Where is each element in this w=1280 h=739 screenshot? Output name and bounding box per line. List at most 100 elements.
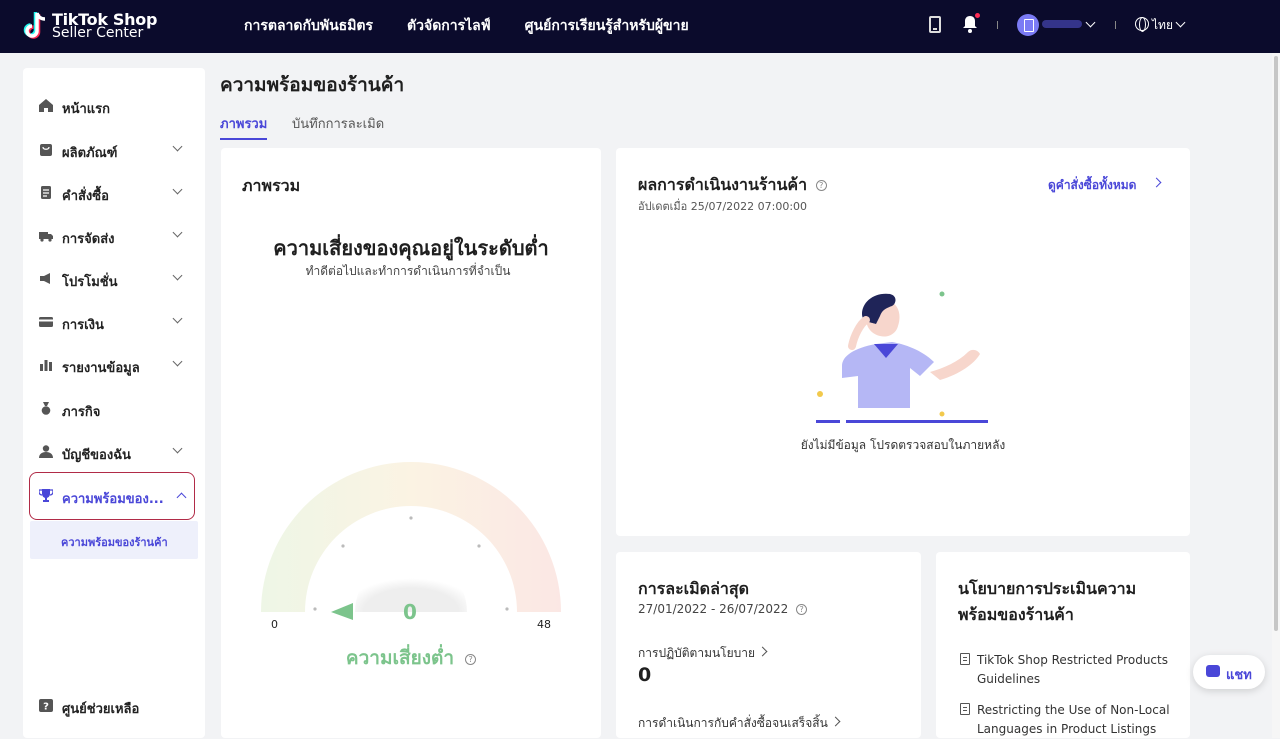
- tiktok-shop-logo[interactable]: TikTok Shop Seller Center: [22, 9, 157, 43]
- mobile-app-icon[interactable]: [929, 16, 941, 33]
- card-icon: [39, 317, 53, 327]
- help-icon[interactable]: ?: [796, 604, 808, 615]
- sidebar-item-missions[interactable]: ภารกิจ: [23, 391, 205, 427]
- sidebar-item-shipping[interactable]: การจัดส่ง: [23, 218, 205, 254]
- policy-card: นโยบายการประเมินความ พร้อมของร้านค้า Tik…: [936, 552, 1190, 738]
- risk-level: ความเสี่ยงต่ำ ?: [221, 643, 601, 673]
- chart-icon: [40, 360, 52, 371]
- orders-icon: [41, 186, 51, 199]
- sidebar-item-label: รายงานข้อมูล: [62, 361, 140, 376]
- tab-overview[interactable]: ภาพรวม: [220, 113, 268, 140]
- chevron-down-icon: [172, 313, 183, 324]
- sidebar-item-orders[interactable]: คำสั่งซื้อ: [23, 175, 205, 211]
- policy-title-line1: นโยบายการประเมินความ: [958, 579, 1137, 598]
- globe-icon[interactable]: [1135, 17, 1149, 32]
- document-icon: [960, 703, 970, 715]
- trophy-icon: [39, 489, 53, 502]
- medal-icon: [41, 402, 51, 415]
- nav-live-manager[interactable]: ตัวจัดการไลฟ์: [407, 15, 491, 37]
- policy-link-non-local-languages[interactable]: Restricting the Use of Non-Local Languag…: [977, 701, 1170, 739]
- chevron-down-icon: [172, 270, 183, 281]
- order-fulfillment-link[interactable]: การดำเนินการกับคำสั่งซื้อจนเสร็จสิ้น: [638, 714, 828, 733]
- policy-link-line1: Restricting the Use of Non-Local: [977, 703, 1170, 717]
- risk-level-text: ความเสี่ยงต่ำ: [345, 647, 454, 669]
- language-selector[interactable]: ไทย: [1152, 16, 1173, 35]
- gauge-max-label: 48: [537, 618, 551, 631]
- performance-card: ผลการดำเนินงานร้านค้า ? อัปเดตเมื่อ 25/0…: [616, 148, 1190, 536]
- performance-updated: อัปเดตเมื่อ 25/07/2022 07:00:00: [638, 200, 808, 213]
- page-title: ความพร้อมของร้านค้า: [220, 74, 405, 96]
- sidebar-item-my-account[interactable]: บัญชีของฉัน: [23, 434, 205, 470]
- help-icon[interactable]: ?: [815, 180, 827, 191]
- chevron-down-icon: [172, 443, 183, 454]
- user-icon: [39, 445, 53, 458]
- help-icon: ?: [39, 699, 53, 712]
- page-scrollbar-thumb[interactable]: [1274, 56, 1278, 631]
- policy-compliance-label: การปฏิบัติตามนโยบาย: [638, 646, 756, 660]
- chevron-down-icon: [172, 184, 183, 195]
- policy-link-line2: Languages in Product Listings: [977, 722, 1157, 736]
- policy-compliance-value: 0: [638, 664, 652, 686]
- sidebar-subitem-shop-readiness[interactable]: ความพร้อมของร้านค้า: [30, 521, 198, 559]
- nav-seller-university[interactable]: ศูนย์การเรียนรู้สำหรับผู้ขาย: [525, 15, 689, 37]
- account-name-redacted[interactable]: [1042, 20, 1082, 28]
- view-all-orders-link[interactable]: ดูคำสั่งซื้อทั้งหมด: [1048, 176, 1136, 195]
- performance-title: ผลการดำเนินงานร้านค้า: [638, 175, 808, 194]
- gauge-min-label: 0: [271, 618, 278, 631]
- sidebar: หน้าแรก ผลิตภัณฑ์ คำสั่งซื้อ การจัดส่ง โ…: [23, 68, 205, 738]
- gauge-pointer-icon: [331, 603, 353, 620]
- overview-title: ภาพรวม: [242, 176, 301, 195]
- logo-text-line2: Seller Center: [52, 25, 144, 41]
- nav-affiliate-marketing[interactable]: การตลาดกับพันธมิตร: [244, 15, 373, 37]
- tab-violation-records[interactable]: บันทึกการละเมิด: [292, 113, 384, 134]
- tiktok-logo-icon: [23, 12, 46, 39]
- violations-title: การละเมิดล่าสุด: [638, 579, 750, 598]
- overview-card: ภาพรวม ความเสี่ยงของคุณอยู่ในระดับต่ำ ทำ…: [221, 148, 601, 738]
- policy-link-restricted-products[interactable]: TikTok Shop Restricted Products Guidelin…: [977, 651, 1168, 689]
- home-icon: [39, 99, 53, 112]
- sidebar-item-label: หน้าแรก: [62, 102, 110, 117]
- sidebar-item-label: ความพร้อมของ...: [62, 492, 164, 507]
- gauge-value: 0: [403, 600, 417, 624]
- policy-title-line2: พร้อมของร้านค้า: [958, 605, 1074, 624]
- top-bar: TikTok Shop Seller Center การตลาดกับพันธ…: [0, 0, 1280, 53]
- sidebar-item-data-reports[interactable]: รายงานข้อมูล: [23, 347, 205, 383]
- sidebar-item-help-center[interactable]: ? ศูนย์ช่วยเหลือ: [23, 688, 205, 724]
- chat-label: แชท: [1226, 668, 1252, 683]
- chevron-down-icon: [172, 356, 183, 367]
- language-chevron-down-icon[interactable]: [1175, 17, 1186, 28]
- recent-violations-card: การละเมิดล่าสุด 27/01/2022 - 26/07/2022 …: [616, 552, 921, 738]
- sidebar-item-products[interactable]: ผลิตภัณฑ์: [23, 132, 205, 168]
- chevron-down-icon: [172, 227, 183, 238]
- top-navigation: การตลาดกับพันธมิตร ตัวจัดการไลฟ์ ศูนย์กา…: [244, 15, 689, 37]
- risk-gauge: [261, 462, 561, 620]
- chat-button[interactable]: แชท: [1193, 655, 1265, 689]
- policy-link-line1: TikTok Shop Restricted Products: [977, 653, 1168, 667]
- performance-title-row: ผลการดำเนินงานร้านค้า ?: [638, 173, 827, 198]
- divider: [997, 21, 998, 29]
- chevron-right-icon: [1151, 177, 1162, 188]
- document-icon: [960, 653, 970, 665]
- svg-text:?: ?: [43, 702, 49, 713]
- account-chevron-down-icon[interactable]: [1085, 17, 1096, 28]
- notification-badge: [975, 13, 980, 18]
- help-icon[interactable]: ?: [465, 654, 477, 665]
- truck-icon: [39, 232, 53, 242]
- sidebar-item-home[interactable]: หน้าแรก: [23, 88, 205, 124]
- sidebar-item-label: คำสั่งซื้อ: [62, 189, 109, 204]
- risk-subline: ทำดีต่อไปและทำการดำเนินการที่จำเป็น: [305, 264, 511, 278]
- empty-state-text: ยังไม่มีข้อมูล โปรดตรวจสอบในภายหลัง: [800, 438, 1006, 452]
- megaphone-icon: [40, 273, 50, 284]
- shop-avatar[interactable]: [1017, 14, 1039, 36]
- empty-state-illustration: [816, 291, 988, 423]
- view-all-orders-label: ดูคำสั่งซื้อทั้งหมด: [1048, 178, 1137, 192]
- sidebar-item-finance[interactable]: การเงิน: [23, 304, 205, 340]
- sidebar-item-label: ผลิตภัณฑ์: [62, 146, 118, 161]
- chat-bubble-icon: [1206, 665, 1220, 677]
- policy-compliance-link[interactable]: การปฏิบัติตามนโยบาย: [638, 644, 755, 663]
- chevron-up-icon: [176, 492, 187, 503]
- sidebar-item-shop-readiness[interactable]: ความพร้อมของ...: [29, 472, 195, 520]
- sidebar-item-label: ศูนย์ช่วยเหลือ: [62, 702, 140, 717]
- sidebar-item-label: ภารกิจ: [62, 405, 101, 420]
- sidebar-item-promotions[interactable]: โปรโมชั่น: [23, 261, 205, 297]
